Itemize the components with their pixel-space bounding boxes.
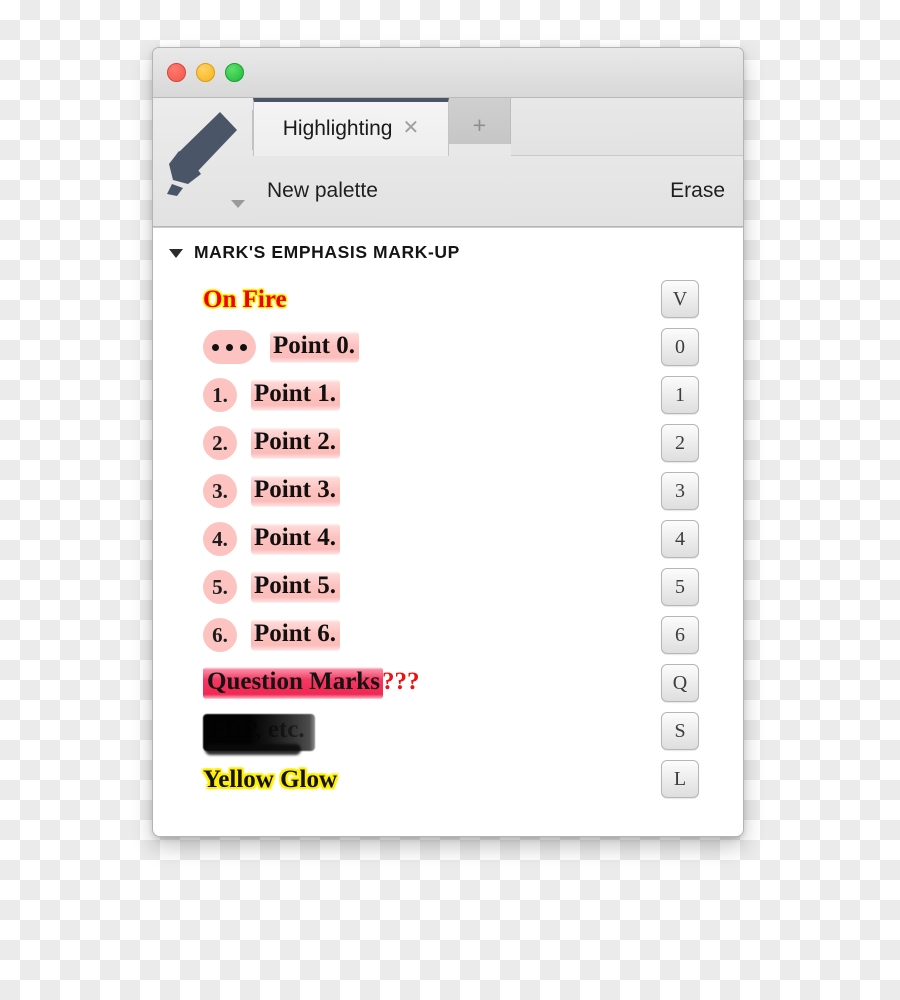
tab-label: Highlighting [282, 117, 393, 140]
close-window-button[interactable] [167, 63, 186, 82]
style-label: Point 2. [249, 427, 345, 463]
app-window: Highlighting ✕ + New palette Erase MARK'… [152, 47, 744, 837]
style-label: Point 5. [249, 571, 345, 607]
list-item[interactable]: On Fire V [153, 275, 743, 323]
maximize-window-button[interactable] [225, 63, 244, 82]
list-item[interactable]: 4. Point 4. 4 [153, 515, 743, 563]
shortcut-key[interactable]: 0 [661, 328, 699, 366]
list-item[interactable]: Question Marks ??? Q [153, 659, 743, 707]
style-label-suffix: ??? [381, 668, 420, 695]
style-label: Point 4. [249, 523, 345, 559]
shortcut-key[interactable]: 5 [661, 568, 699, 606]
list-item[interactable]: 1. Point 1. 1 [153, 371, 743, 419]
chevron-down-icon[interactable] [169, 249, 183, 258]
question-marks-style: Question Marks ??? [200, 667, 420, 704]
shortcut-key[interactable]: V [661, 280, 699, 318]
close-icon[interactable]: ✕ [402, 118, 419, 140]
tab-highlighting[interactable]: Highlighting ✕ [253, 98, 449, 156]
window-titlebar [153, 48, 743, 98]
palette-row: New palette Erase [253, 156, 743, 225]
content-area: MARK'S EMPHASIS MARK-UP On Fire V Point … [153, 227, 743, 836]
number-badge: 2. [203, 426, 237, 460]
style-label: Point 1. [249, 379, 345, 415]
list-item[interactable]: FDP, etc. S [153, 707, 743, 755]
style-label: Yellow Glow [203, 765, 338, 793]
tab-strip-filler [511, 98, 743, 156]
erase-button[interactable]: Erase [670, 179, 725, 203]
highlighter-marker-icon[interactable] [163, 104, 243, 198]
style-list: On Fire V Point 0. 0 1. Point 1. 1 2. Po… [153, 275, 743, 803]
list-item[interactable]: Point 0. 0 [153, 323, 743, 371]
toolbar: Highlighting ✕ + New palette Erase [153, 98, 743, 227]
section-title: MARK'S EMPHASIS MARK-UP [194, 242, 460, 262]
list-item[interactable]: 3. Point 3. 3 [153, 467, 743, 515]
number-badge: 1. [203, 378, 237, 412]
minimize-window-button[interactable] [196, 63, 215, 82]
shortcut-key[interactable]: 1 [661, 376, 699, 414]
new-palette-button[interactable]: New palette [267, 179, 378, 203]
chevron-down-icon[interactable] [231, 200, 245, 208]
style-label: Point 3. [249, 475, 345, 511]
shortcut-key[interactable]: S [661, 712, 699, 750]
shortcut-key[interactable]: Q [661, 664, 699, 702]
list-item[interactable]: Yellow Glow L [153, 755, 743, 803]
redacted-style: FDP, etc. [203, 714, 315, 755]
toolbar-divider [252, 110, 253, 150]
blackout-bar-underline [205, 744, 301, 755]
list-item[interactable]: 2. Point 2. 2 [153, 419, 743, 467]
style-label: Point 6. [249, 619, 345, 655]
new-tab-button[interactable]: + [449, 98, 511, 144]
shortcut-key[interactable]: 4 [661, 520, 699, 558]
shortcut-key[interactable]: L [661, 760, 699, 798]
list-item[interactable]: 6. Point 6. 6 [153, 611, 743, 659]
number-badge: 6. [203, 618, 237, 652]
shortcut-key[interactable]: 2 [661, 424, 699, 462]
section-header[interactable]: MARK'S EMPHASIS MARK-UP [153, 228, 743, 263]
bullet-badge [203, 330, 256, 364]
list-item[interactable]: 5. Point 5. 5 [153, 563, 743, 611]
style-label: Point 0. [268, 331, 364, 367]
shortcut-key[interactable]: 3 [661, 472, 699, 510]
number-badge: 4. [203, 522, 237, 556]
number-badge: 5. [203, 570, 237, 604]
shortcut-key[interactable]: 6 [661, 616, 699, 654]
traffic-lights [167, 63, 244, 82]
style-label: On Fire [203, 285, 287, 313]
three-dots-icon [212, 343, 247, 351]
number-badge: 3. [203, 474, 237, 508]
style-label: Question Marks [200, 667, 387, 704]
